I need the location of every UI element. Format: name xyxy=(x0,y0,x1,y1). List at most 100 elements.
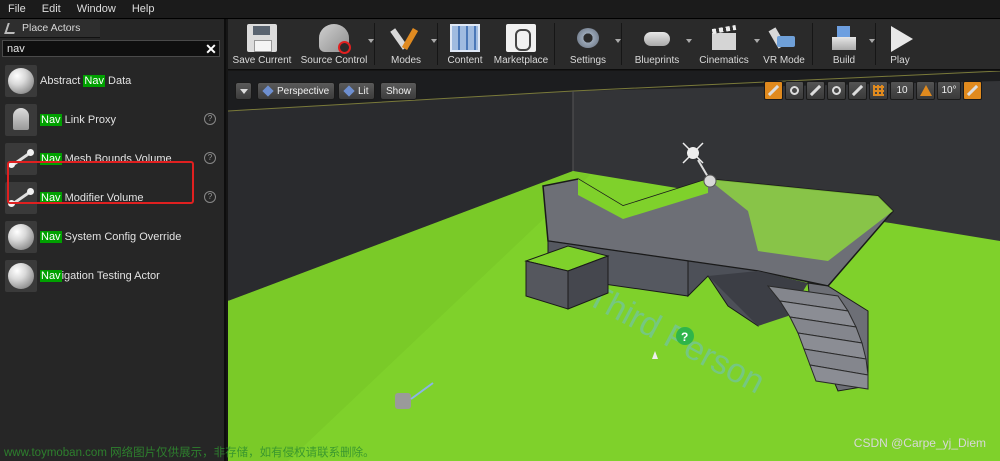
grid-snap-value[interactable]: 10 xyxy=(890,81,914,100)
play-label: Play xyxy=(890,55,910,66)
cinematics-icon xyxy=(709,24,739,52)
list-item-nav-system-config-override[interactable]: Nav System Config Override xyxy=(0,217,226,256)
perspective-icon xyxy=(262,85,274,97)
content-label: Content xyxy=(447,55,483,66)
modes-button[interactable]: Modes xyxy=(377,19,437,70)
play-button[interactable]: Play xyxy=(878,19,922,70)
list-item-label: Nav Link Proxy xyxy=(40,113,116,126)
scale-snap-button[interactable] xyxy=(963,81,982,100)
list-item-nav-mesh-bounds-volume[interactable]: Nav Mesh Bounds Volume ? xyxy=(0,139,226,178)
play-icon xyxy=(885,24,915,52)
show-label: Show xyxy=(386,85,412,97)
chevron-down-icon[interactable] xyxy=(869,39,875,43)
help-icon[interactable]: ? xyxy=(204,152,216,164)
list-item-abstract-nav-data[interactable]: Abstract Nav Data xyxy=(0,61,226,100)
marketplace-button[interactable]: Marketplace xyxy=(490,19,552,70)
modes-label: Modes xyxy=(390,55,421,66)
source-control-icon xyxy=(319,24,351,54)
build-label: Build xyxy=(832,55,856,66)
cinematics-button[interactable]: Cinematics xyxy=(690,19,760,70)
marketplace-icon xyxy=(506,24,536,52)
list-item-label: Nav Modifier Volume xyxy=(40,191,144,204)
blueprints-button[interactable]: Blueprints xyxy=(624,19,692,70)
list-item-nav-modifier-volume[interactable]: Nav Modifier Volume ? xyxy=(0,178,226,217)
place-actors-tab[interactable]: Place Actors xyxy=(0,19,100,38)
credit-text: CSDN @Carpe_yj_Diem xyxy=(853,436,986,450)
vr-mode-label: VR Mode xyxy=(763,55,805,66)
vr-mode-button[interactable]: VR Mode xyxy=(758,19,810,70)
sphere-icon xyxy=(5,64,37,97)
toolbar-divider xyxy=(554,23,555,65)
surface-snap-icon xyxy=(851,84,864,97)
perspective-label: Perspective xyxy=(277,85,330,97)
menu-file[interactable]: File xyxy=(0,3,34,15)
perspective-button[interactable]: Perspective xyxy=(257,82,336,100)
scale-icon xyxy=(809,84,822,97)
surface-snap-button[interactable] xyxy=(848,81,867,100)
rotation-snap-value[interactable]: 10° xyxy=(937,81,961,100)
rotate-tool-button[interactable] xyxy=(785,81,804,100)
content-icon xyxy=(450,24,480,52)
volume-icon xyxy=(5,142,37,175)
toolbar-divider xyxy=(812,23,813,65)
menu-window[interactable]: Window xyxy=(69,3,124,15)
search-box: ✕ xyxy=(2,40,220,57)
toolbar-divider xyxy=(875,23,876,65)
settings-icon xyxy=(573,24,603,52)
translate-tool-button[interactable] xyxy=(764,81,783,100)
help-icon[interactable]: ? xyxy=(204,113,216,125)
modes-icon xyxy=(391,24,421,52)
scale-tool-button[interactable] xyxy=(806,81,825,100)
place-actors-icon xyxy=(4,22,18,34)
viewport-transform-toolbar: 10 10° xyxy=(764,81,984,101)
toolbar-divider xyxy=(374,23,375,65)
globe-icon xyxy=(832,86,841,95)
lit-label: Lit xyxy=(358,85,369,97)
list-item-nav-link-proxy[interactable]: Nav Link Proxy ? xyxy=(0,100,226,139)
build-icon xyxy=(829,24,859,52)
viewport-options-button[interactable] xyxy=(235,82,252,100)
list-item-label: Nav Mesh Bounds Volume xyxy=(40,152,172,165)
list-item-label: Navigation Testing Actor xyxy=(40,269,160,282)
vr-mode-icon xyxy=(769,24,799,52)
save-icon xyxy=(247,24,277,52)
list-item-label: Nav System Config Override xyxy=(40,230,182,243)
settings-label: Settings xyxy=(569,55,607,66)
lit-button[interactable]: Lit xyxy=(338,82,375,100)
save-current-label: Save Current xyxy=(232,55,292,66)
save-current-button[interactable]: Save Current xyxy=(228,19,296,70)
rotate-icon xyxy=(790,86,799,95)
build-button[interactable]: Build xyxy=(815,19,875,70)
chevron-down-icon[interactable] xyxy=(368,39,374,43)
settings-button[interactable]: Settings xyxy=(557,19,621,70)
blueprints-label: Blueprints xyxy=(634,55,680,66)
volume-icon xyxy=(5,181,37,214)
place-actors-tab-label: Place Actors xyxy=(22,22,81,34)
menu-edit[interactable]: Edit xyxy=(34,3,69,15)
coordinate-system-button[interactable] xyxy=(827,81,846,100)
viewport-scene: Third Person ? xyxy=(228,71,1000,461)
clear-search-icon[interactable]: ✕ xyxy=(203,41,219,57)
search-input[interactable] xyxy=(3,42,203,55)
source-control-button[interactable]: Source Control xyxy=(296,19,374,70)
lit-icon xyxy=(343,85,355,97)
show-button[interactable]: Show xyxy=(380,82,418,100)
list-item-label: Abstract Nav Data xyxy=(40,74,132,87)
sky-sphere-icon xyxy=(703,174,717,188)
chevron-down-icon[interactable] xyxy=(431,39,437,43)
place-actors-panel: Place Actors ✕ Abstract Nav Data Nav Lin… xyxy=(0,19,226,461)
main-toolbar: Save Current Source Control Modes Conten… xyxy=(228,19,1000,70)
content-button[interactable]: Content xyxy=(440,19,490,70)
toolbar-divider xyxy=(437,23,438,65)
list-item-navigation-testing-actor[interactable]: Navigation Testing Actor xyxy=(0,256,226,295)
level-viewport[interactable]: Third Person ? Perspective Lit Show 10 1… xyxy=(228,71,1000,461)
cinematics-label: Cinematics xyxy=(699,55,749,66)
sphere-icon xyxy=(5,220,37,253)
grid-snap-button[interactable] xyxy=(869,81,888,100)
sphere-icon xyxy=(5,259,37,292)
rotation-snap-button[interactable] xyxy=(916,81,935,100)
menu-help[interactable]: Help xyxy=(124,3,163,15)
chevron-down-icon[interactable] xyxy=(615,39,621,43)
help-icon[interactable]: ? xyxy=(204,191,216,203)
source-control-label: Source Control xyxy=(300,55,368,66)
